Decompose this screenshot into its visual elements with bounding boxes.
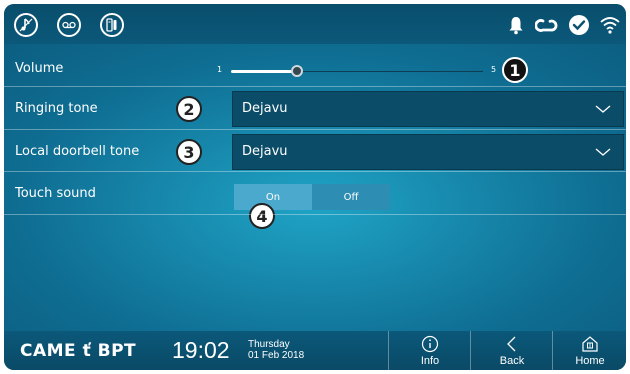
check-circle-icon [567,13,591,37]
volume-label: Volume [15,61,64,76]
bell-icon [504,13,528,37]
ringing-tone-label: Ringing tone [15,101,98,116]
doorbell-tone-row: Local doorbell tone 3 Dejavu [4,130,626,172]
info-button[interactable]: Info [388,331,470,370]
brand-logo: CAME ť BPT [20,341,137,361]
wifi-icon [598,13,622,37]
home-button[interactable]: Home [552,331,626,370]
chevron-down-icon [595,148,611,156]
callout-marker-2: 2 [176,96,202,122]
doorbell-tone-value: Dejavu [242,144,288,159]
chevron-down-icon [595,105,611,113]
volume-max-label: 5 [491,65,497,74]
callout-marker-4: 4 [249,203,275,229]
home-label: Home [575,355,605,367]
ringing-tone-value: Dejavu [242,101,288,116]
music-note-icon[interactable] [14,13,38,37]
row-divider [4,214,626,215]
doorbell-tone-select[interactable]: Dejavu [232,134,624,170]
intercom-screen: Volume 1 5 1 Ringing tone 2 Dejavu Local… [4,4,626,370]
voicemail-icon[interactable] [57,13,81,37]
doorbell-tone-label: Local doorbell tone [15,144,140,159]
ringing-tone-select[interactable]: Dejavu [232,91,624,127]
info-label: Info [420,355,440,367]
callout-marker-1: 1 [502,57,528,83]
top-bar [4,4,626,44]
clock-weekday: Thursday [248,339,290,350]
clock-time: 19:02 [172,337,230,363]
info-icon [421,335,439,353]
touch-sound-off-button[interactable]: Off [312,184,390,210]
intercom-icon[interactable] [100,13,124,37]
back-label: Back [499,355,525,367]
volume-slider-thumb[interactable] [290,65,303,77]
volume-row: Volume 1 5 1 [4,44,626,87]
callout-marker-3: 3 [176,139,202,165]
bottom-bar: CAME ť BPT 19:02 Thursday 01 Feb 2018 In… [4,331,626,370]
clock-date: 01 Feb 2018 [248,350,305,361]
cloud-icon [534,13,559,37]
ringing-tone-row: Ringing tone 2 Dejavu [4,87,626,130]
back-button[interactable]: Back [470,331,552,370]
home-icon [582,336,598,352]
back-icon [507,336,516,352]
touch-sound-label: Touch sound [15,186,96,201]
volume-slider-fill [231,70,297,73]
volume-min-label: 1 [217,65,223,74]
touch-sound-on-button[interactable]: On [234,184,312,210]
